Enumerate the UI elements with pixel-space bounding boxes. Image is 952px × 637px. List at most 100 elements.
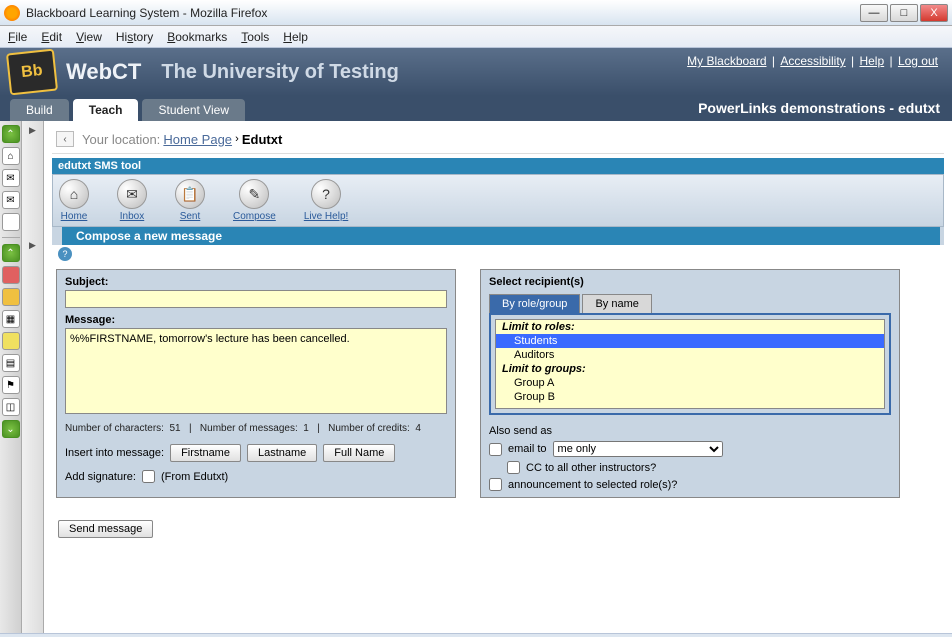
signature-from: (From Edutxt) — [161, 471, 228, 483]
sent-icon: 📋 — [175, 179, 205, 209]
tab-teach[interactable]: Teach — [73, 99, 139, 121]
rail-blank-icon[interactable] — [2, 213, 20, 231]
subject-input[interactable] — [65, 290, 447, 308]
rail-chart-icon[interactable]: ◫ — [2, 398, 20, 416]
rail-up2-icon[interactable]: ⌃ — [2, 244, 20, 262]
email-checkbox[interactable] — [489, 443, 502, 456]
group-option-b[interactable]: Group B — [496, 390, 884, 404]
rail-separator — [2, 237, 20, 238]
recipients-list[interactable]: Limit to roles: Students Auditors Limit … — [495, 319, 885, 409]
tool-sent-button[interactable]: 📋Sent — [175, 179, 205, 222]
announcement-checkbox[interactable] — [489, 478, 502, 491]
tab-by-role[interactable]: By role/group — [489, 294, 580, 313]
compose-icon: ✎ — [239, 179, 269, 209]
rail-mail-icon[interactable]: ✉ — [2, 191, 20, 209]
tab-build[interactable]: Build — [10, 99, 69, 121]
breadcrumb: ‹ Your location: Home Page › Edutxt — [52, 125, 944, 154]
rail-assess-icon[interactable]: ▤ — [2, 354, 20, 372]
menu-bookmarks[interactable]: Bookmarks — [167, 30, 227, 44]
insert-firstname-button[interactable]: Firstname — [170, 444, 241, 462]
rail-notes-icon[interactable] — [2, 332, 20, 350]
message-label: Message: — [65, 314, 115, 326]
left-rail: ⌃ ⌂ ✉ ✉ ⌃ ▦ ▤ ⚑ ◫ ⌄ — [0, 121, 22, 633]
rail-tool1-icon[interactable]: ⚑ — [2, 376, 20, 394]
help-icon: ? — [311, 179, 341, 209]
menu-history[interactable]: History — [116, 30, 153, 44]
role-option-students[interactable]: Students — [496, 334, 884, 348]
tool-compose-button[interactable]: ✎Compose — [233, 179, 276, 222]
browser-menubar: File Edit View History Bookmarks Tools H… — [0, 26, 952, 48]
tool-inbox-button[interactable]: ✉Inbox — [117, 179, 147, 222]
course-tabs: Build Teach Student View PowerLinks demo… — [0, 96, 952, 121]
signature-label: Add signature: — [65, 471, 136, 483]
cc-checkbox[interactable] — [507, 461, 520, 474]
menu-file[interactable]: File — [8, 30, 27, 44]
statusbar — [0, 633, 952, 637]
rail-home-icon[interactable]: ⌂ — [2, 147, 20, 165]
breadcrumb-home-link[interactable]: Home Page — [163, 132, 232, 147]
content-area: ‹ Your location: Home Page › Edutxt edut… — [44, 121, 952, 633]
insert-lastname-button[interactable]: Lastname — [247, 444, 317, 462]
announcement-label: announcement to selected role(s)? — [508, 479, 677, 491]
tab-by-name[interactable]: By name — [582, 294, 651, 313]
link-logout[interactable]: Log out — [898, 54, 938, 68]
rail-announce-icon[interactable]: ✉ — [2, 169, 20, 187]
subject-label: Subject: — [65, 276, 108, 288]
tool-title: edutxt SMS tool — [52, 158, 944, 174]
email-select[interactable]: me only — [553, 441, 723, 457]
role-option-auditors[interactable]: Auditors — [496, 348, 884, 362]
course-title: PowerLinks demonstrations - edutxt — [698, 100, 940, 116]
inbox-icon: ✉ — [117, 179, 147, 209]
rail2-collapse-icon[interactable]: ▶ — [29, 125, 36, 136]
rail2-collapse2-icon[interactable]: ▶ — [29, 240, 36, 251]
menu-edit[interactable]: Edit — [41, 30, 62, 44]
message-counts: Number of characters: 51 | Number of mes… — [65, 423, 447, 434]
breadcrumb-label: Your location: — [82, 132, 160, 147]
rail-down-icon[interactable]: ⌄ — [2, 420, 20, 438]
university-name: The University of Testing — [161, 61, 398, 84]
compose-panel: Subject: Message: Number of characters: … — [56, 269, 456, 498]
group-option-a[interactable]: Group A — [496, 376, 884, 390]
minimize-button[interactable]: — — [860, 4, 888, 22]
close-button[interactable]: X — [920, 4, 948, 22]
logo: Bb WebCT — [8, 51, 141, 93]
link-help[interactable]: Help — [859, 54, 884, 68]
recipients-panel: Select recipient(s) By role/group By nam… — [480, 269, 900, 498]
browser-titlebar: Blackboard Learning System - Mozilla Fir… — [0, 0, 952, 26]
app-header: Bb WebCT The University of Testing My Bl… — [0, 48, 952, 96]
menu-help[interactable]: Help — [283, 30, 308, 44]
menu-view[interactable]: View — [76, 30, 102, 44]
breadcrumb-back-button[interactable]: ‹ — [56, 131, 74, 147]
message-textarea[interactable] — [65, 328, 447, 414]
tool-toolbar: ⌂Home ✉Inbox 📋Sent ✎Compose ?Live Help! — [52, 174, 944, 227]
logo-text: WebCT — [66, 59, 141, 85]
link-my-blackboard[interactable]: My Blackboard — [687, 54, 766, 68]
rail-up-icon[interactable]: ⌃ — [2, 125, 20, 143]
signature-checkbox[interactable] — [142, 470, 155, 483]
firefox-icon — [4, 5, 20, 21]
tool-help-button[interactable]: ?Live Help! — [304, 179, 348, 222]
link-accessibility[interactable]: Accessibility — [780, 54, 845, 68]
tab-student-view[interactable]: Student View — [142, 99, 245, 121]
also-send-title: Also send as — [489, 425, 891, 437]
insert-label: Insert into message: — [65, 447, 164, 459]
send-message-button[interactable]: Send message — [58, 520, 153, 538]
context-help-icon[interactable]: ? — [58, 247, 72, 261]
logo-badge: Bb — [6, 49, 58, 96]
insert-fullname-button[interactable]: Full Name — [323, 444, 395, 462]
cc-label: CC to all other instructors? — [526, 462, 656, 474]
maximize-button[interactable]: □ — [890, 4, 918, 22]
email-label: email to — [508, 443, 547, 455]
rail-yellow-icon[interactable] — [2, 288, 20, 306]
recipients-title: Select recipient(s) — [489, 276, 891, 288]
home-icon: ⌂ — [59, 179, 89, 209]
tool-home-button[interactable]: ⌂Home — [59, 179, 89, 222]
menu-tools[interactable]: Tools — [241, 30, 269, 44]
rail-grades-icon[interactable]: ▦ — [2, 310, 20, 328]
rail-red-icon[interactable] — [2, 266, 20, 284]
section-header: Compose a new message — [52, 227, 944, 245]
left-rail-2: ▶ ▶ — [22, 121, 44, 633]
limit-roles-header: Limit to roles: — [496, 320, 884, 334]
limit-groups-header: Limit to groups: — [496, 362, 884, 376]
header-links: My Blackboard | Accessibility | Help | L… — [685, 54, 940, 68]
